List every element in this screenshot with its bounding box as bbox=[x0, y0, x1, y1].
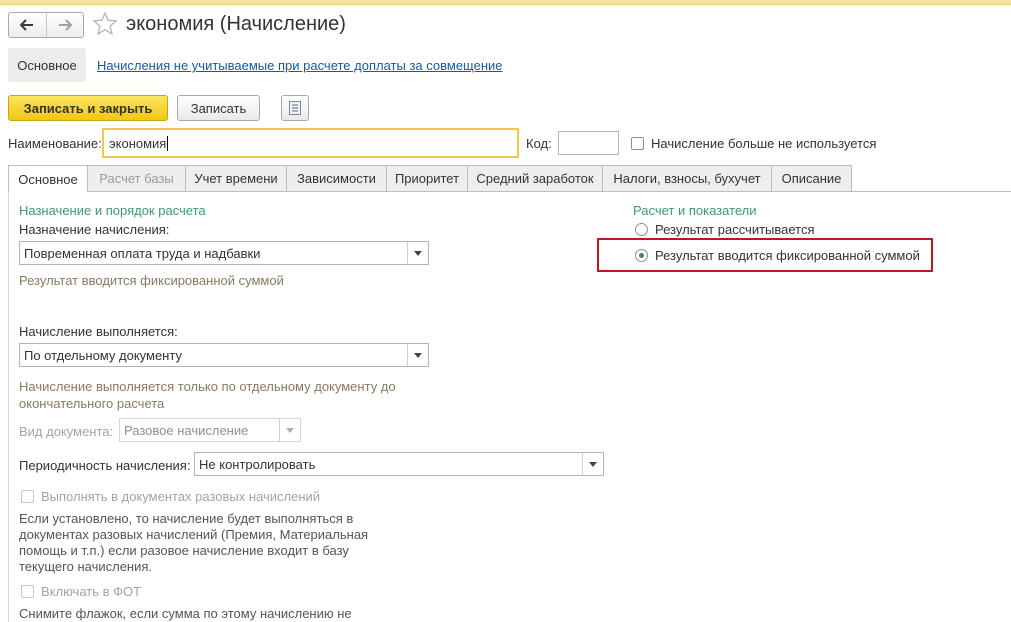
list-icon bbox=[289, 101, 301, 115]
execution-label: Начисление выполняется: bbox=[19, 324, 178, 339]
tab-average-earnings[interactable]: Средний заработок bbox=[467, 165, 603, 191]
doc-type-dropdown-button bbox=[279, 419, 300, 441]
periodicity-select[interactable]: Не контролировать bbox=[194, 452, 604, 476]
fot-checkbox[interactable] bbox=[21, 585, 34, 598]
save-and-close-button[interactable]: Записать и закрыть bbox=[8, 95, 168, 121]
nav-buttons bbox=[8, 12, 84, 38]
purpose-hint: Результат вводится фиксированной суммой bbox=[19, 273, 284, 288]
fot-hint: Снимите флажок, если сумма по этому начи… bbox=[19, 606, 352, 621]
not-used-checkbox[interactable] bbox=[631, 137, 644, 150]
highlight-frame bbox=[597, 238, 933, 272]
doc-type-select: Разовое начисление bbox=[119, 418, 301, 442]
not-used-label: Начисление больше не используется bbox=[651, 136, 877, 151]
execution-select-value: По отдельному документу bbox=[24, 347, 182, 363]
purpose-label: Назначение начисления: bbox=[19, 222, 170, 237]
periodicity-label: Периодичность начисления: bbox=[19, 458, 191, 473]
chevron-down-icon bbox=[414, 250, 422, 256]
chevron-down-icon bbox=[414, 352, 422, 358]
execution-select[interactable]: По отдельному документу bbox=[19, 343, 429, 367]
page-title: экономия (Начисление) bbox=[126, 13, 346, 35]
execution-dropdown-button[interactable] bbox=[407, 344, 428, 366]
chevron-down-icon bbox=[589, 461, 597, 467]
star-icon[interactable] bbox=[92, 11, 118, 37]
content-left-border bbox=[8, 191, 9, 622]
tab-bar: Основное Расчет базы Учет времени Зависи… bbox=[8, 165, 852, 192]
purpose-dropdown-button[interactable] bbox=[407, 242, 428, 264]
top-border bbox=[0, 0, 1011, 5]
code-input[interactable] bbox=[558, 131, 619, 155]
save-button[interactable]: Записать bbox=[177, 95, 260, 121]
arrow-right-icon bbox=[58, 19, 72, 31]
periodicity-dropdown-button[interactable] bbox=[582, 453, 603, 475]
back-button[interactable] bbox=[9, 13, 46, 37]
one-time-label: Выполнять в документах разовых начислени… bbox=[41, 489, 321, 504]
execution-hint: Начисление выполняется только по отдельн… bbox=[19, 379, 396, 411]
purpose-section-title: Назначение и порядок расчета bbox=[19, 203, 206, 218]
one-time-hint: Если установлено, то начисление будет вы… bbox=[19, 511, 369, 574]
fot-label: Включать в ФОТ bbox=[41, 584, 142, 599]
text-cursor bbox=[167, 135, 169, 151]
forward-button[interactable] bbox=[45, 13, 84, 37]
name-label: Наименование: bbox=[8, 136, 102, 151]
purpose-select[interactable]: Повременная оплата труда и надбавки bbox=[19, 241, 429, 265]
arrow-left-icon bbox=[20, 19, 34, 31]
code-label: Код: bbox=[526, 136, 552, 151]
tab-priority[interactable]: Приоритет bbox=[386, 165, 468, 191]
name-input-value: экономия bbox=[109, 135, 167, 151]
name-input[interactable]: экономия bbox=[102, 128, 519, 158]
tab-time-accounting[interactable]: Учет времени bbox=[185, 165, 287, 191]
radio-calculated-label[interactable]: Результат рассчитывается bbox=[655, 222, 815, 237]
tab-dependencies[interactable]: Зависимости bbox=[286, 165, 387, 191]
report-list-button[interactable] bbox=[281, 95, 309, 121]
radio-calculated[interactable] bbox=[635, 223, 648, 236]
doc-type-label: Вид документа: bbox=[19, 424, 114, 439]
tab-description[interactable]: Описание bbox=[771, 165, 852, 191]
calc-section-title: Расчет и показатели bbox=[633, 203, 757, 218]
periodicity-select-value: Не контролировать bbox=[199, 456, 316, 472]
tab-base-calculation[interactable]: Расчет базы bbox=[87, 165, 186, 191]
chevron-down-icon bbox=[286, 427, 294, 433]
main-panel-tab[interactable]: Основное bbox=[8, 48, 86, 82]
tab-divider bbox=[8, 191, 1011, 192]
related-accruals-link[interactable]: Начисления не учитываемые при расчете до… bbox=[97, 58, 503, 73]
tab-main[interactable]: Основное bbox=[8, 165, 88, 192]
purpose-select-value: Повременная оплата труда и надбавки bbox=[24, 245, 261, 261]
tab-taxes[interactable]: Налоги, взносы, бухучет bbox=[602, 165, 772, 191]
one-time-checkbox[interactable] bbox=[21, 490, 34, 503]
doc-type-select-value: Разовое начисление bbox=[124, 422, 249, 438]
